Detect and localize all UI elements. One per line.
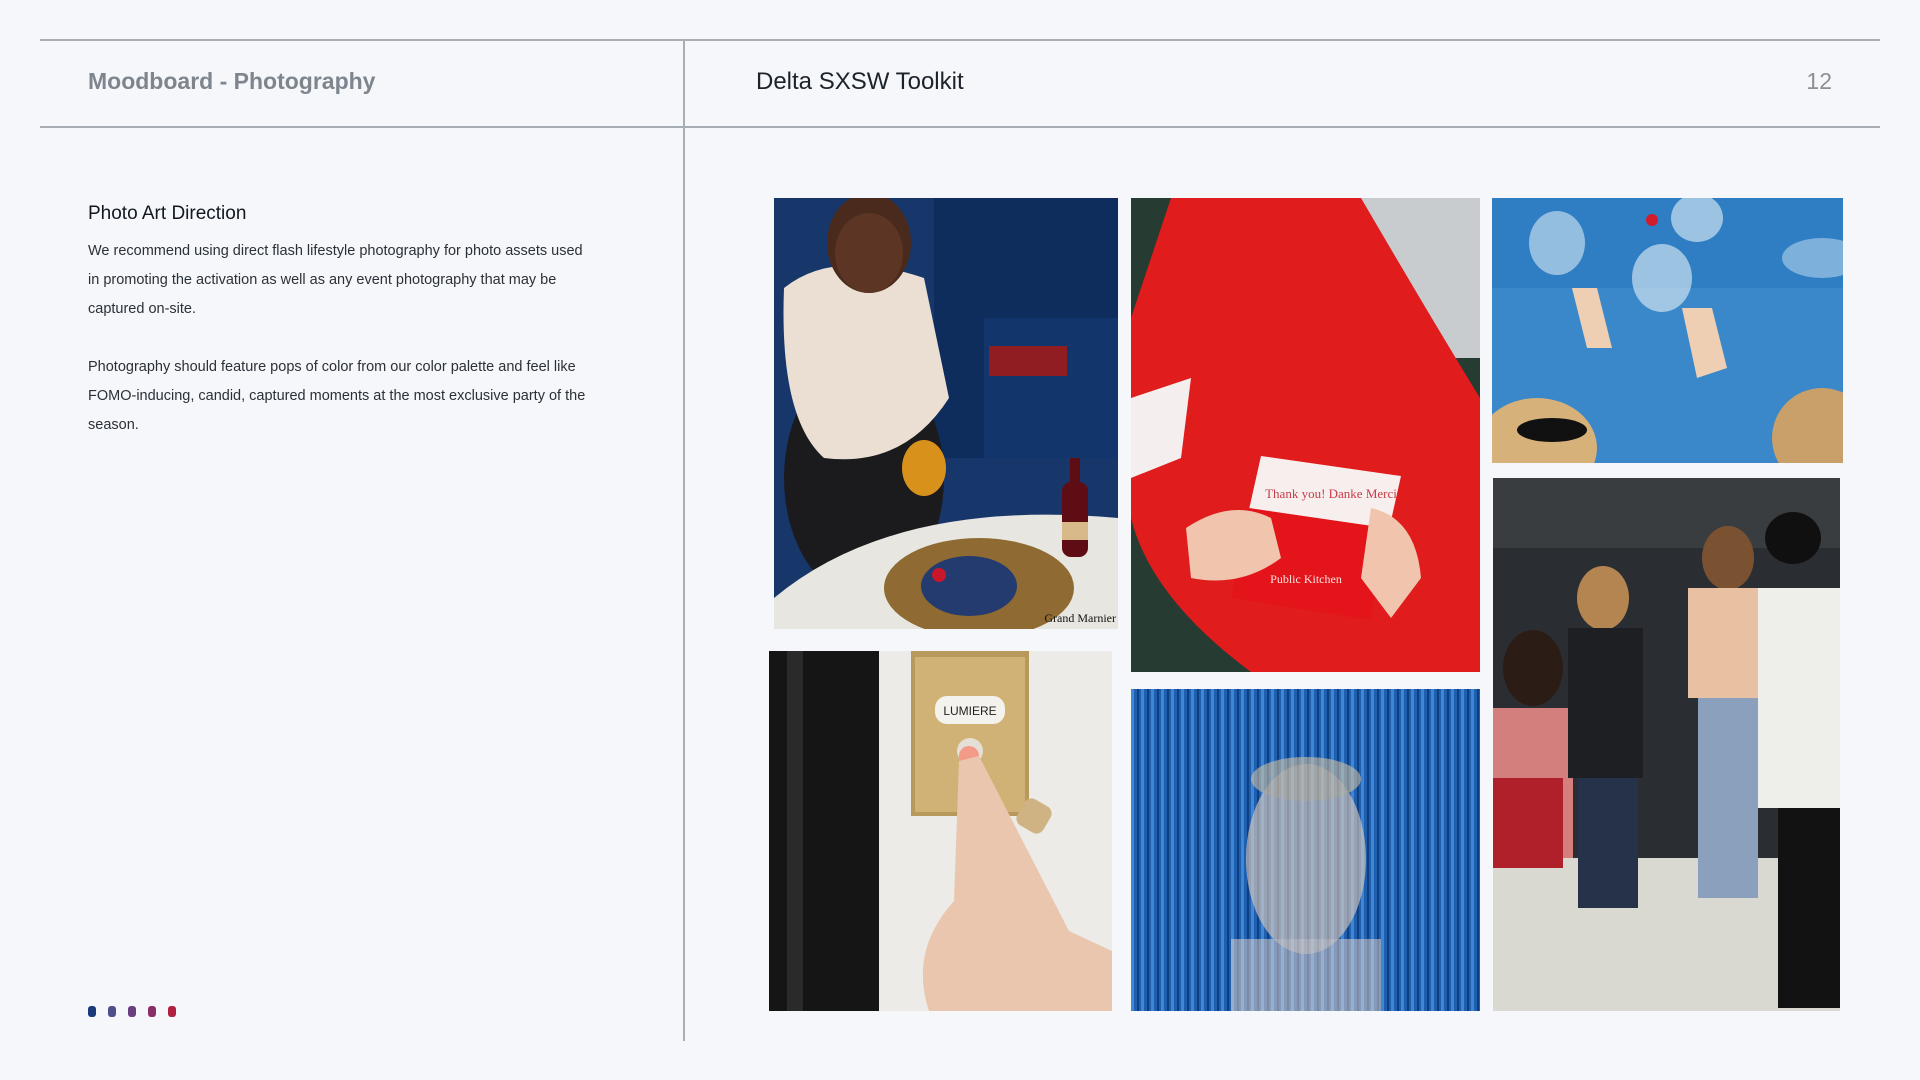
photo-group-bar	[1493, 478, 1840, 1011]
page-number: 12	[1806, 68, 1832, 94]
header-top-rule	[40, 39, 1880, 41]
envelope-text: Public Kitchen	[1270, 572, 1342, 586]
document-title: Delta SXSW Toolkit	[756, 68, 964, 95]
card-text: Thank you! Danke Merci	[1265, 486, 1397, 501]
photo-woman-lounge: Grand Marnier	[774, 198, 1118, 629]
content-heading: Photo Art Direction	[88, 203, 247, 224]
palette-dot	[128, 1006, 136, 1017]
column-divider	[683, 40, 685, 1041]
doorbell-label: LUMIERE	[943, 704, 996, 718]
photo-toast	[1492, 198, 1843, 463]
section-title: Moodboard - Photography	[88, 68, 376, 94]
palette-dot	[168, 1006, 176, 1017]
photo-doorbell: LUMIERE	[769, 651, 1112, 1011]
color-palette-dots	[88, 1006, 176, 1017]
photo-thank-you-card: Thank you! Danke Merci Public Kitchen	[1131, 198, 1480, 672]
bottle-label: Grand Marnier	[1044, 611, 1116, 625]
photo-fluted-glass	[1131, 689, 1480, 1011]
header-bottom-rule	[40, 126, 1880, 128]
palette-dot	[88, 1006, 96, 1017]
body-paragraph-2: Photography should feature pops of color…	[88, 359, 586, 433]
palette-dot	[108, 1006, 116, 1017]
palette-dot	[148, 1006, 156, 1017]
body-paragraph-1: We recommend using direct flash lifestyl…	[88, 243, 583, 317]
